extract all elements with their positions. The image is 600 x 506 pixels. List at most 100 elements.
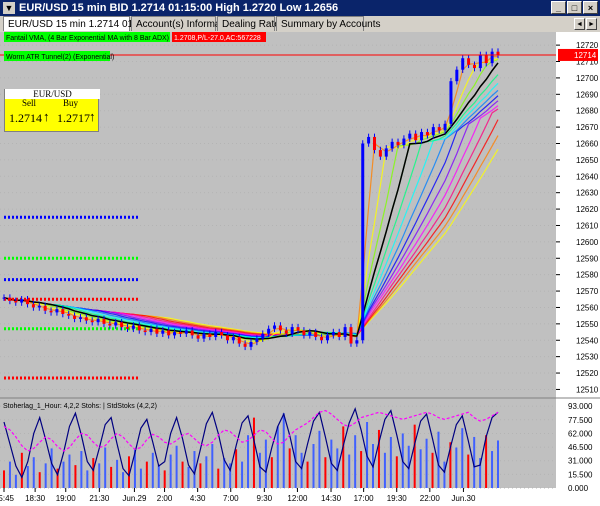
candle-body (314, 332, 318, 337)
x-tick-label: 9:30 (257, 494, 273, 503)
candle-body (37, 305, 41, 308)
x-tick-label: Jun.30 (451, 494, 476, 503)
legend-label: Worm ATR Tunnel(2) (Exponential) (6, 54, 114, 61)
y-tick-label: 12650 (576, 156, 599, 165)
candle-body (396, 141, 400, 146)
oscillator-title: Stoherlag_1_Hour: 4,2,2 Stohs: | StdStok… (3, 403, 157, 410)
candle-body (173, 332, 177, 336)
tab-dealing-rates[interactable]: Dealing Rates (217, 16, 285, 31)
x-tick-label: 2:00 (157, 494, 173, 503)
candle-body (231, 336, 235, 341)
osc-tick-label: 46.500 (568, 443, 593, 452)
y-tick-label: 12670 (576, 123, 599, 132)
candle-body (402, 138, 406, 146)
sell-price[interactable]: 1.2714 (9, 111, 42, 126)
candle-body (43, 305, 47, 311)
candle-body (461, 58, 465, 70)
buy-label: Buy (63, 98, 79, 108)
candle-body (49, 310, 53, 313)
y-tick-label: 12690 (576, 90, 599, 99)
candle-body (367, 136, 371, 144)
tab-scroll-left-icon[interactable]: ◄ (574, 18, 585, 30)
candle-body (384, 148, 388, 157)
candle-body (120, 322, 124, 328)
candle-body (267, 328, 271, 334)
candle-body (220, 332, 224, 336)
osc-tick-label: 15.500 (568, 470, 593, 479)
candle-body (243, 343, 247, 347)
candle-body (443, 123, 447, 131)
osc-tick-label: 77.500 (568, 416, 593, 425)
candle-body (149, 328, 153, 333)
candle-body (26, 299, 30, 305)
candle-body (343, 327, 347, 337)
y-tick-label: 12630 (576, 189, 599, 198)
tab-chart[interactable]: EUR/USD 15 min 1.2714 01:15:00 (3, 16, 161, 31)
tab-scroll-right-icon[interactable]: ► (586, 18, 597, 30)
candle-body (196, 335, 200, 339)
legend-label: 1.2708,P/L-27.0,AC:567228 (174, 35, 261, 42)
x-tick-label: 19:30 (387, 494, 408, 503)
candle-body (102, 318, 106, 324)
close-button[interactable]: × (583, 1, 598, 14)
y-tick-label: 12580 (576, 271, 599, 280)
candle-body (302, 330, 306, 336)
candle-body (20, 299, 24, 303)
tab-account-information[interactable]: Account(s) Information (131, 16, 237, 31)
maximize-button[interactable]: □ (567, 1, 582, 14)
y-tick-label: 12530 (576, 353, 599, 362)
sell-label: Sell (22, 98, 37, 108)
candle-body (161, 330, 165, 334)
candle-body (208, 333, 212, 337)
buy-arrow-icon: ↑ (89, 109, 96, 124)
candle-body (14, 300, 18, 303)
candle-body (320, 336, 324, 341)
x-tick-label: 12:00 (287, 494, 308, 503)
candle-body (467, 58, 471, 65)
y-tick-label: 12510 (576, 385, 599, 394)
current-price-label: 12714 (574, 51, 597, 60)
y-tick-label: 12570 (576, 287, 599, 296)
chart-app-icon: ▼ (3, 2, 15, 14)
x-tick-label: 21:30 (89, 494, 110, 503)
candle-body (237, 336, 241, 344)
candle-body (449, 81, 453, 124)
candle-body (78, 317, 82, 319)
candle-body (202, 333, 206, 339)
y-tick-label: 12590 (576, 254, 599, 263)
candle-body (337, 332, 341, 337)
candle-body (190, 330, 194, 336)
x-tick-label: 17:00 (354, 494, 375, 503)
candle-body (90, 320, 94, 323)
x-tick-label: 18:30 (25, 494, 46, 503)
candle-body (249, 341, 253, 347)
candle-body (278, 325, 282, 331)
candle-body (296, 327, 300, 331)
buy-price[interactable]: 1.2717 (57, 111, 90, 126)
x-tick-label: 22:00 (420, 494, 441, 503)
candle-body (425, 132, 429, 136)
minimize-button[interactable]: _ (551, 1, 566, 14)
window-title: EUR/USD 15 min BID 1.2714 01:15:00 High … (19, 2, 339, 14)
osc-tick-label: 62.000 (568, 429, 593, 438)
candle-body (273, 325, 277, 329)
candle-body (167, 330, 171, 336)
candle-body (472, 64, 476, 69)
rate-panel[interactable]: EUR/USD Sell Buy 1.2714 ↑ 1.2717 ↑ (4, 89, 100, 132)
x-tick-label: 4:30 (190, 494, 206, 503)
candle-body (378, 150, 382, 157)
osc-tick-label: 0.000 (568, 484, 589, 493)
x-tick-label: 7:00 (223, 494, 239, 503)
candle-body (484, 54, 488, 64)
candle-body (225, 335, 229, 341)
candle-body (373, 136, 376, 151)
candle-body (284, 330, 288, 334)
tab-summary-by-accounts[interactable]: Summary by Accounts (276, 16, 380, 31)
candle-body (361, 143, 365, 341)
y-tick-label: 12700 (576, 74, 599, 83)
tab-bar: EUR/USD 15 min 1.2714 01:15:00 Account(s… (0, 16, 600, 32)
candle-body (408, 133, 412, 139)
candle-body (55, 309, 59, 313)
candle-body (255, 338, 259, 342)
osc-tick-label: 93.000 (568, 402, 593, 411)
